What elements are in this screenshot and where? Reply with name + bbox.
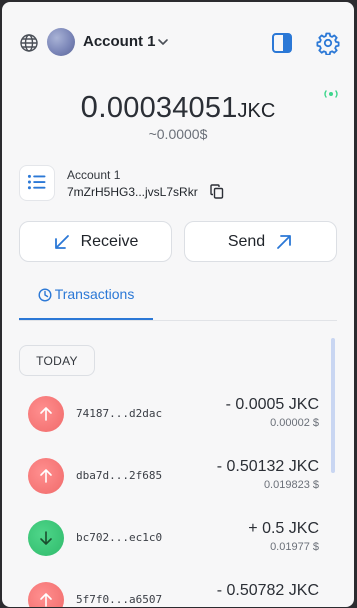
globe-icon[interactable] bbox=[19, 33, 39, 53]
incoming-transaction-icon bbox=[28, 520, 64, 556]
transaction-fiat: 0.00002 $ bbox=[270, 417, 319, 429]
transaction-amount: - 0.50782 JKC bbox=[216, 582, 319, 599]
transaction-row[interactable]: 5f7f0...a6507 - 0.50782 JKC bbox=[19, 574, 319, 607]
transaction-amount: - 0.0005 JKC bbox=[225, 396, 319, 413]
outgoing-transaction-icon bbox=[28, 458, 64, 494]
tab-transactions[interactable]: Transactions bbox=[19, 286, 153, 320]
transaction-row[interactable]: 74187...d2dac - 0.0005 JKC 0.00002 $ bbox=[19, 388, 319, 444]
side-panel-icon[interactable] bbox=[271, 32, 293, 54]
outgoing-transaction-icon bbox=[28, 396, 64, 432]
balance-whole: 0. bbox=[80, 89, 107, 124]
transaction-hash: bc702...ec1c0 bbox=[76, 531, 163, 544]
receive-label: Receive bbox=[80, 232, 139, 250]
outgoing-transaction-icon bbox=[28, 582, 64, 607]
balance-amount: 0.00034051 bbox=[80, 89, 238, 124]
balance-fraction: 00034051 bbox=[106, 92, 238, 124]
transaction-hash: dba7d...2f685 bbox=[76, 469, 163, 482]
avatar[interactable] bbox=[47, 28, 75, 56]
send-label: Send bbox=[227, 232, 266, 250]
transaction-fiat: 0.019823 $ bbox=[263, 479, 319, 491]
balance-fiat: ~0.0000$ bbox=[148, 126, 208, 142]
clock-icon bbox=[38, 288, 52, 302]
transaction-fiat: 0.01977 $ bbox=[270, 541, 319, 553]
scrollbar[interactable] bbox=[331, 338, 335, 473]
receive-button[interactable]: Receive bbox=[19, 221, 172, 262]
tab-divider bbox=[19, 320, 337, 321]
transaction-amount: - 0.50132 JKC bbox=[216, 458, 319, 475]
header: Account 1 bbox=[2, 2, 354, 82]
gear-icon[interactable] bbox=[316, 31, 340, 55]
account-address[interactable]: 7mZrH5HG3...jvsL7sRkr bbox=[67, 185, 198, 199]
list-icon bbox=[27, 174, 46, 190]
date-group-label: TODAY bbox=[19, 345, 95, 376]
tab-transactions-label: Transactions bbox=[54, 286, 135, 302]
send-button[interactable]: Send bbox=[184, 221, 337, 262]
arrow-up-right-icon bbox=[277, 234, 292, 249]
transaction-row[interactable]: dba7d...2f685 - 0.50132 JKC 0.019823 $ bbox=[19, 450, 319, 506]
transaction-hash: 74187...d2dac bbox=[76, 407, 163, 420]
account-list-button[interactable] bbox=[19, 165, 55, 201]
arrow-down-left-icon bbox=[54, 234, 69, 249]
balance-unit: JKC bbox=[237, 100, 276, 122]
balance-display: 0.00034051JKC bbox=[2, 89, 354, 125]
wallet-popup: Account 1 0.00034051JKC ~0.0000$ Account… bbox=[2, 2, 354, 607]
transaction-hash: 5f7f0...a6507 bbox=[76, 593, 163, 606]
transaction-amount: + 0.5 JKC bbox=[248, 520, 319, 537]
copy-icon[interactable] bbox=[210, 184, 224, 199]
transaction-row[interactable]: bc702...ec1c0 + 0.5 JKC 0.01977 $ bbox=[19, 512, 319, 568]
chevron-down-icon[interactable] bbox=[157, 37, 169, 47]
account-switcher-name[interactable]: Account 1 bbox=[83, 33, 156, 50]
account-label: Account 1 bbox=[67, 168, 121, 182]
